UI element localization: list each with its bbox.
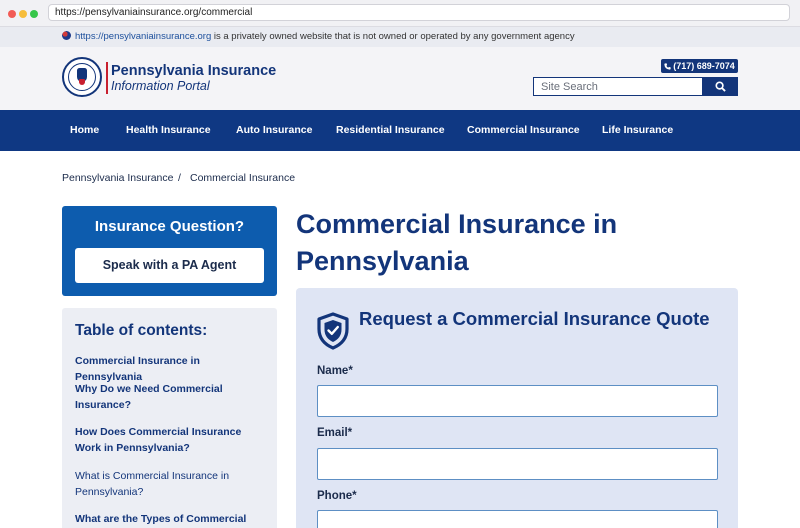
toc-title: Table of contents: — [75, 322, 208, 339]
site-search — [533, 77, 738, 96]
toc-item-what-is[interactable]: What is Commercial Insurance in Pennsylv… — [75, 469, 265, 500]
brand-title[interactable]: Pennsylvania Insurance — [111, 63, 276, 79]
phone-label: Phone* — [317, 490, 357, 502]
agent-cta-box: Insurance Question? Speak with a PA Agen… — [62, 206, 277, 296]
main-nav: Home Health Insurance Auto Insurance Res… — [0, 110, 800, 151]
breadcrumb-current[interactable]: Commercial Insurance — [190, 172, 295, 184]
page-title: Commercial Insurance in Pennsylvania — [296, 209, 618, 276]
search-button[interactable] — [702, 77, 738, 96]
globe-icon — [62, 31, 71, 40]
state-seal-icon[interactable] — [62, 57, 102, 97]
shield-check-icon — [317, 312, 349, 350]
nav-health-insurance[interactable]: Health Insurance — [126, 110, 211, 151]
toc-item-commercial-insurance-pa[interactable]: Commercial Insurance in Pennsylvania — [75, 354, 265, 385]
name-field[interactable] — [317, 385, 718, 417]
breadcrumb-separator: / — [178, 172, 181, 184]
nav-home[interactable]: Home — [70, 110, 99, 151]
toc-item-types[interactable]: What are the Types of Commercial — [75, 512, 265, 528]
cta-title: Insurance Question? — [94, 218, 245, 235]
name-label: Name* — [317, 365, 353, 377]
email-label: Email* — [317, 427, 353, 439]
nav-residential-insurance[interactable]: Residential Insurance — [336, 110, 445, 151]
brand-subtitle[interactable]: Information Portal — [111, 79, 210, 93]
email-field[interactable] — [317, 448, 718, 480]
phone-number: (717) 689-7074 — [673, 61, 735, 71]
browser-chrome: https://pensylvaniainsurance.org/commerc… — [0, 0, 800, 27]
site-header: Pennsylvania Insurance Information Porta… — [0, 47, 800, 110]
phone-field[interactable] — [317, 510, 718, 528]
nav-auto-insurance[interactable]: Auto Insurance — [236, 110, 312, 151]
nav-commercial-insurance[interactable]: Commercial Insurance — [467, 110, 580, 151]
speak-agent-button[interactable]: Speak with a PA Agent — [75, 248, 264, 283]
nav-life-insurance[interactable]: Life Insurance — [602, 110, 673, 151]
disclaimer-link[interactable]: https://pensylvaniainsurance.org — [75, 31, 211, 42]
toc-item-why-need[interactable]: Why Do we Need Commercial Insurance? — [75, 382, 265, 413]
search-input[interactable] — [533, 77, 703, 96]
search-icon — [715, 81, 726, 92]
disclaimer-bar: https://pensylvaniainsurance.org is a pr… — [0, 27, 800, 47]
phone-icon — [664, 62, 671, 70]
close-window-icon[interactable] — [8, 10, 16, 18]
disclaimer-text: is a privately owned website that is not… — [211, 31, 575, 42]
table-of-contents: Table of contents: Commercial Insurance … — [62, 308, 277, 528]
address-bar[interactable]: https://pensylvaniainsurance.org/commerc… — [48, 4, 790, 21]
maximize-window-icon[interactable] — [30, 10, 38, 18]
breadcrumb-home[interactable]: Pennsylvania Insurance — [62, 172, 174, 184]
minimize-window-icon[interactable] — [19, 10, 27, 18]
toc-item-how-work[interactable]: How Does Commercial Insurance Work in Pe… — [75, 425, 265, 456]
form-title: Request a Commercial Insurance Quote — [359, 308, 710, 329]
quote-form: Request a Commercial Insurance Quote Nam… — [296, 288, 738, 528]
phone-button[interactable]: (717) 689-7074 — [661, 59, 738, 73]
brand-divider — [106, 62, 108, 94]
